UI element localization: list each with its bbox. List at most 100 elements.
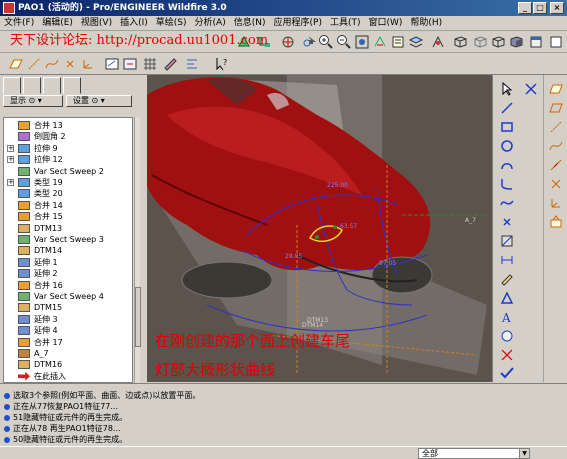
line-tool-icon[interactable] <box>499 100 515 116</box>
fillet-tool-icon[interactable] <box>499 176 515 192</box>
menu-window[interactable]: 窗口(W) <box>364 16 406 31</box>
menu-applications[interactable]: 应用程序(P) <box>270 16 326 31</box>
coordinate-system-icon[interactable] <box>80 56 96 72</box>
merge-icon <box>18 337 30 347</box>
spin-center-icon[interactable] <box>280 34 296 50</box>
close-button[interactable]: × <box>550 2 564 14</box>
constraints-tool-icon[interactable] <box>499 290 515 306</box>
tree-row-label: 倒圆角 2 <box>34 132 66 142</box>
annotation-line-2: 灯部大概形状曲线 <box>155 361 276 379</box>
menu-tools[interactable]: 工具(T) <box>326 16 365 31</box>
whats-this-help-icon[interactable]: ? <box>214 56 230 72</box>
hidden-line-icon[interactable] <box>472 34 488 50</box>
palette-tool-icon[interactable] <box>499 328 515 344</box>
no-hidden-icon[interactable] <box>490 34 506 50</box>
datum-curve-tool-icon[interactable] <box>44 56 60 72</box>
info-bullet-icon <box>4 436 10 443</box>
cancel-x-icon[interactable] <box>523 81 539 97</box>
minimize-button[interactable]: _ <box>518 2 532 14</box>
text-tool-icon[interactable]: A <box>499 309 515 325</box>
settings-dropdown[interactable]: 设置 ⊙ ▾ <box>66 95 132 107</box>
tree-row-label: 延伸 1 <box>34 257 58 267</box>
zoom-out-icon[interactable] <box>336 34 352 50</box>
reorient-icon[interactable] <box>372 34 388 50</box>
rectangle-tool-icon[interactable] <box>499 119 515 135</box>
tree-scrollbar[interactable] <box>134 117 141 383</box>
tree-row-label: DTM13 <box>34 223 63 233</box>
tree-row-label: 类型 20 <box>34 189 63 199</box>
datum-plane-icon <box>18 360 30 370</box>
expand-toggle-icon[interactable]: + <box>7 179 14 186</box>
shading-icon[interactable] <box>508 34 524 50</box>
dimension-label: 63.57 <box>340 223 357 230</box>
merge-icon <box>18 280 30 290</box>
layers-icon[interactable] <box>408 34 424 50</box>
arc-tool-icon[interactable] <box>499 157 515 173</box>
view-manager-icon[interactable] <box>430 34 446 50</box>
expand-toggle-icon[interactable]: + <box>7 156 14 164</box>
sketch-orient-icon[interactable] <box>122 56 138 72</box>
expand-toggle-icon[interactable]: + <box>7 144 14 152</box>
style-icon[interactable] <box>162 56 178 72</box>
chevron-down-icon[interactable]: ▼ <box>519 449 529 458</box>
datum-plane-icon[interactable] <box>548 81 564 97</box>
window-list-icon[interactable] <box>528 34 544 50</box>
point-tool-icon[interactable] <box>499 214 515 230</box>
spline-tool-icon[interactable] <box>499 195 515 211</box>
pan-icon[interactable] <box>300 34 316 50</box>
sketch-tool-icon[interactable] <box>104 56 120 72</box>
plane-icon[interactable] <box>548 100 564 116</box>
scrollbar-thumb[interactable] <box>135 287 141 347</box>
info-bullet-icon <box>4 403 10 410</box>
wireframe-icon[interactable] <box>452 34 468 50</box>
tab-model-tree[interactable] <box>3 77 21 94</box>
axis-icon[interactable] <box>548 119 564 135</box>
message-line: 50隐藏特征或元件的再生完成。 <box>4 434 127 445</box>
use-edge-icon[interactable] <box>499 233 515 249</box>
svg-text:A: A <box>501 311 511 325</box>
csys-icon[interactable] <box>548 195 564 211</box>
sweep-icon <box>18 292 30 301</box>
info-bullet-icon <box>4 425 10 432</box>
tab-connections[interactable] <box>63 77 81 94</box>
dimension-label: 29.05 <box>285 253 302 260</box>
round-icon <box>18 132 30 142</box>
tree-row-label: DTM15 <box>34 303 63 313</box>
circle-tool-icon[interactable] <box>499 138 515 154</box>
tab-folder-browser[interactable] <box>23 77 41 94</box>
show-dropdown[interactable]: 显示 ⊙ ▾ <box>3 95 63 107</box>
selection-filter-select[interactable]: 全部 ▼ <box>418 448 530 459</box>
tree-row-label: 延伸 3 <box>34 314 58 324</box>
grid-icon[interactable] <box>142 56 158 72</box>
next-icon[interactable] <box>548 34 564 50</box>
extrude-icon <box>18 155 30 165</box>
accept-checkmark-icon[interactable] <box>499 365 515 381</box>
graphics-viewport[interactable]: 225.00 63.57 29.05 97.05 A_7 DTM14 DTM13… <box>147 75 492 382</box>
maximize-button[interactable]: □ <box>533 2 547 14</box>
datum-plane-tool-icon[interactable] <box>8 56 24 72</box>
trim-tool-icon[interactable] <box>499 347 515 363</box>
menu-help[interactable]: 帮助(H) <box>406 16 446 31</box>
cancel-column <box>519 75 543 382</box>
relations-icon[interactable] <box>184 56 200 72</box>
tree-row-label: 合并 14 <box>34 200 63 210</box>
saved-views-icon[interactable] <box>390 34 406 50</box>
tree-row-label: A_7 <box>34 349 49 358</box>
axis-icon <box>18 349 30 358</box>
refit-icon[interactable] <box>354 34 370 50</box>
datum-point-tool-icon[interactable] <box>62 56 78 72</box>
sketched-curve-icon[interactable] <box>548 157 564 173</box>
dimension-tool-icon[interactable] <box>499 252 515 268</box>
curve-icon[interactable] <box>548 138 564 154</box>
datum-plane-icon <box>18 303 30 313</box>
point-icon[interactable] <box>548 176 564 192</box>
datum-axis-tool-icon[interactable] <box>26 56 42 72</box>
modify-tool-icon[interactable] <box>499 271 515 287</box>
analysis-icon[interactable] <box>548 214 564 230</box>
tab-favorites[interactable] <box>43 77 61 94</box>
zoom-in-icon[interactable] <box>318 34 334 50</box>
tree-row-label: Var Sect Sweep 4 <box>34 292 104 301</box>
message-line: 51隐藏特征或元件的再生完成。 <box>4 412 127 423</box>
select-arrow-icon[interactable] <box>499 81 515 97</box>
tree-row-label: 拉伸 9 <box>34 143 58 153</box>
